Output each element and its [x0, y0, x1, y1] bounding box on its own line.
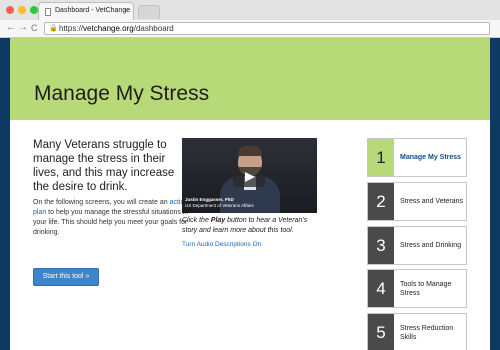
- step-number: 1: [368, 139, 394, 176]
- page-content: Manage My Stress Many Veterans struggle …: [10, 38, 490, 350]
- url-text: https://vetchange.org/dashboard: [59, 24, 174, 33]
- step-item-2[interactable]: 2 Stress and Veterans: [367, 182, 467, 221]
- step-label: Manage My Stress: [400, 154, 462, 161]
- close-window-button[interactable]: [6, 6, 14, 14]
- intro-lead: Many Veterans struggle to manage the str…: [33, 139, 175, 193]
- caption-play-word: Play: [210, 217, 226, 224]
- url-path: /dashboard: [133, 24, 174, 33]
- browser-tab-bar: Dashboard - VetChange ×: [0, 0, 500, 20]
- video-player[interactable]: Justin Enggasser, PhD US Department of V…: [182, 138, 317, 213]
- forward-icon[interactable]: →: [18, 22, 28, 33]
- speaker-hair: [238, 146, 262, 156]
- step-item-5[interactable]: 5 Stress Reduction Skills: [367, 313, 467, 350]
- step-number: 3: [368, 227, 394, 264]
- window-controls: [6, 6, 38, 14]
- step-label: Stress Reduction Skills: [400, 324, 454, 341]
- step-item-4[interactable]: 4 Tools to Manage Stress: [367, 269, 467, 308]
- page-title: Manage My Stress: [34, 82, 210, 105]
- speaker-affiliation: US Department of Veterans Affairs: [185, 202, 254, 208]
- step-label: Stress and Veterans: [400, 198, 464, 205]
- minimize-window-button[interactable]: [18, 6, 26, 14]
- step-number: 4: [368, 270, 394, 307]
- details-text-before: On the following screens, you will creat…: [33, 199, 170, 206]
- step-label: Stress and Drinking: [400, 242, 462, 249]
- url-scheme: https://: [59, 24, 84, 33]
- step-label: Tools to Manage Stress: [400, 280, 452, 297]
- reload-icon[interactable]: C: [31, 23, 38, 33]
- new-tab-button[interactable]: [138, 5, 160, 19]
- audio-descriptions-link[interactable]: Turn Audio Descriptions On: [182, 241, 261, 248]
- step-number: 2: [368, 183, 394, 220]
- address-bar[interactable]: 🔒 https://vetchange.org/dashboard: [44, 22, 490, 35]
- details-text-after: to help you manage the stressful situati…: [33, 209, 189, 236]
- page-icon: [45, 8, 51, 16]
- tab-title: Dashboard - VetChange: [55, 7, 131, 14]
- caption-before: Click the: [182, 217, 211, 224]
- browser-toolbar: ← → C 🔒 https://vetchange.org/dashboard: [0, 20, 500, 38]
- zoom-window-button[interactable]: [30, 6, 38, 14]
- hero-banner: Manage My Stress: [10, 38, 490, 120]
- browser-tab[interactable]: Dashboard - VetChange ×: [38, 2, 134, 20]
- play-icon[interactable]: [233, 167, 265, 187]
- url-host: vetchange.org: [83, 24, 134, 33]
- step-item-1[interactable]: 1 Manage My Stress: [367, 138, 467, 177]
- step-number: 5: [368, 314, 394, 350]
- tab-close-icon[interactable]: ×: [123, 6, 128, 15]
- speaker-lower-third: Justin Enggasser, PhD US Department of V…: [185, 197, 254, 208]
- lock-icon: 🔒: [49, 25, 58, 32]
- video-caption: Click the Play button to hear a Veteran'…: [182, 216, 322, 236]
- start-tool-button[interactable]: Start this tool »: [33, 268, 99, 286]
- step-item-3[interactable]: 3 Stress and Drinking: [367, 226, 467, 265]
- back-icon[interactable]: ←: [6, 22, 16, 33]
- intro-details: On the following screens, you will creat…: [33, 198, 198, 238]
